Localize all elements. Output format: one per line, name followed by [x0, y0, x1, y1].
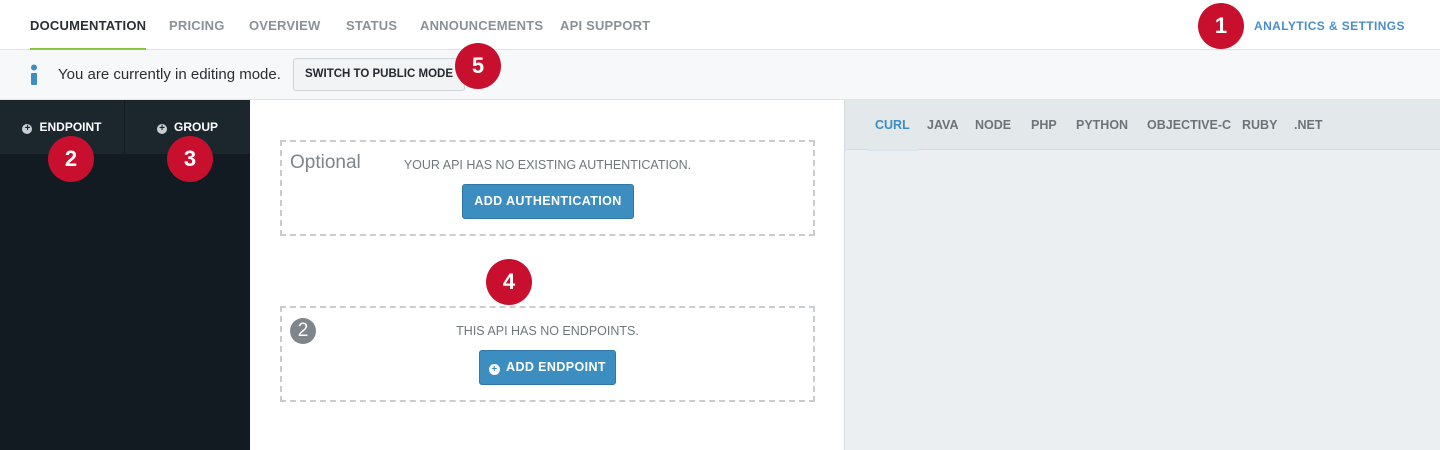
marker-2: 2	[48, 136, 94, 182]
no-endpoints-message: THIS API HAS NO ENDPOINTS.	[456, 324, 639, 338]
language-tabs: CURL JAVA NODE PHP PYTHON OBJECTIVE-C RU…	[845, 100, 1440, 151]
add-group-tab-label: GROUP	[173, 120, 218, 134]
plus-circle-icon: +	[489, 364, 501, 375]
tab-api-support[interactable]: API SUPPORT	[560, 0, 650, 50]
plus-circle-icon: +	[22, 124, 33, 134]
analytics-settings-link[interactable]: ANALYTICS & SETTINGS	[1254, 0, 1405, 50]
switch-to-public-mode-button[interactable]: SWITCH TO PUBLIC MODE	[293, 58, 465, 91]
marker-3: 3	[167, 136, 213, 182]
add-endpoint-tab-label: ENDPOINT	[39, 120, 102, 134]
lang-tab-objective-c[interactable]: OBJECTIVE-C	[1147, 100, 1231, 150]
plus-circle-icon: +	[156, 124, 167, 134]
tab-documentation[interactable]: DOCUMENTATION	[30, 0, 147, 51]
lang-tab-php[interactable]: PHP	[1031, 100, 1057, 150]
info-icon	[31, 64, 37, 85]
authentication-box: Optional YOUR API HAS NO EXISTING AUTHEN…	[280, 140, 815, 236]
main-content: Optional YOUR API HAS NO EXISTING AUTHEN…	[250, 100, 844, 450]
sidebar: + ENDPOINT + GROUP	[0, 100, 250, 450]
code-sample-panel: CURL JAVA NODE PHP PYTHON OBJECTIVE-C RU…	[844, 100, 1440, 450]
lang-tab-node[interactable]: NODE	[975, 100, 1011, 150]
tab-status[interactable]: STATUS	[346, 0, 397, 50]
no-authentication-message: YOUR API HAS NO EXISTING AUTHENTICATION.	[403, 158, 692, 172]
tab-pricing[interactable]: PRICING	[169, 0, 225, 50]
add-authentication-button[interactable]: ADD AUTHENTICATION	[462, 184, 634, 219]
marker-1: 1	[1198, 3, 1244, 49]
lang-tab-dotnet[interactable]: .NET	[1294, 100, 1322, 150]
lang-tab-python[interactable]: PYTHON	[1076, 100, 1128, 150]
endpoints-box: 2 THIS API HAS NO ENDPOINTS. + ADD ENDPOI…	[280, 306, 815, 402]
lang-tab-ruby[interactable]: RUBY	[1242, 100, 1277, 150]
lang-tab-java[interactable]: JAVA	[927, 100, 959, 150]
lang-tab-curl[interactable]: CURL	[867, 100, 918, 151]
tab-overview[interactable]: OVERVIEW	[249, 0, 320, 50]
editing-mode-bar: You are currently in editing mode. SWITC…	[0, 50, 1440, 100]
editing-mode-message: You are currently in editing mode.	[58, 66, 281, 83]
add-endpoint-button-label: ADD ENDPOINT	[506, 360, 606, 374]
marker-5: 5	[455, 43, 501, 89]
add-endpoint-button[interactable]: + ADD ENDPOINT	[479, 350, 616, 385]
marker-4: 4	[486, 259, 532, 305]
